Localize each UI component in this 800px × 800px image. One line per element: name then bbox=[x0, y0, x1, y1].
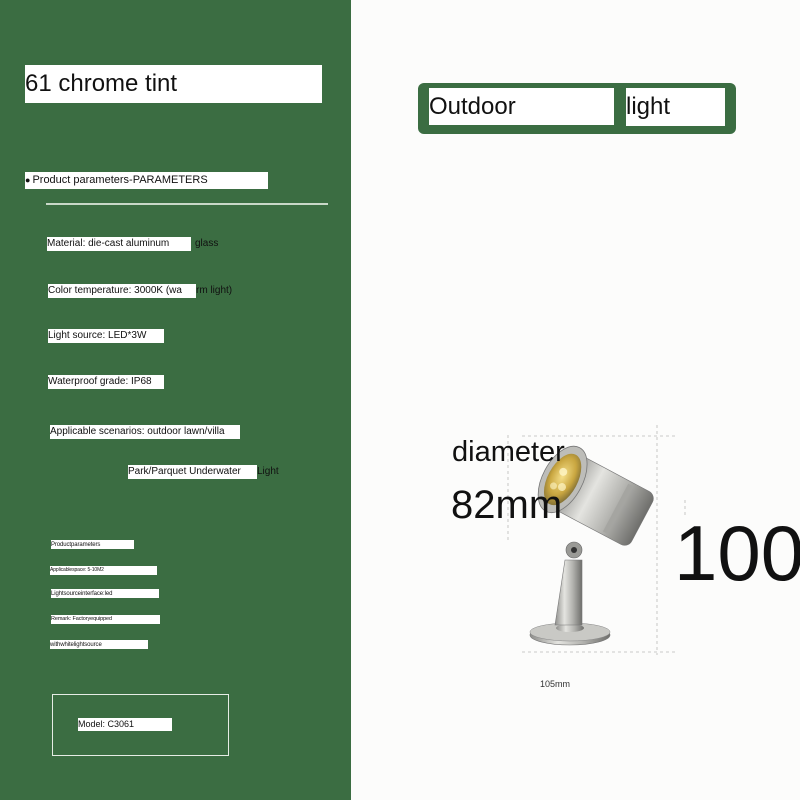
divider bbox=[46, 203, 328, 205]
param-color-temperature-tail: rm light) bbox=[196, 285, 233, 296]
small-param-1: Productparameters bbox=[51, 540, 134, 549]
small-param-5: withwhitelightsource bbox=[50, 640, 148, 649]
param-scenarios-line2-text: Park/Parquet Underwater bbox=[128, 466, 241, 477]
section-heading: ● Product parameters-PARAMETERS bbox=[25, 172, 268, 189]
page-title: 61 chrome tint bbox=[25, 65, 322, 103]
param-waterproof: Waterproof grade: IP68 bbox=[48, 375, 164, 389]
height-value: 100 bbox=[674, 509, 800, 597]
small-param-2: Applicablespace: 5-10M2 bbox=[50, 566, 157, 575]
small-param-4: Remark: Factoryequipped bbox=[51, 615, 160, 624]
param-material-text: Material: die-cast aluminum bbox=[47, 238, 170, 249]
bullet-icon: ● bbox=[25, 175, 31, 185]
width-value: 105mm bbox=[540, 679, 571, 689]
param-color-temperature: Color temperature: 3000K (wa rm light) bbox=[48, 284, 232, 298]
small-param-3: Lightsourceinterface:led bbox=[51, 589, 159, 598]
param-scenarios: Applicable scenarios: outdoor lawn/villa bbox=[50, 425, 240, 439]
diameter-value: 82mm bbox=[451, 483, 563, 527]
param-material: Material: die-cast aluminum glass bbox=[47, 237, 218, 251]
model-label: Model: C3061 bbox=[78, 718, 172, 731]
param-color-temperature-text: Color temperature: 3000K (wa bbox=[48, 285, 182, 296]
banner-word-outdoor: Outdoor bbox=[429, 88, 614, 125]
param-scenarios-line2: Park/Parquet Underwater Light bbox=[128, 465, 279, 479]
param-light-source: Light source: LED*3W bbox=[48, 329, 164, 343]
section-heading-text: Product parameters-PARAMETERS bbox=[32, 174, 208, 186]
banner-word-light: light bbox=[626, 88, 725, 126]
param-scenarios-line2-tail: Light bbox=[257, 466, 279, 477]
param-material-tail: glass bbox=[195, 238, 219, 249]
diameter-label: diameter bbox=[452, 436, 565, 468]
left-green-panel bbox=[0, 0, 351, 800]
